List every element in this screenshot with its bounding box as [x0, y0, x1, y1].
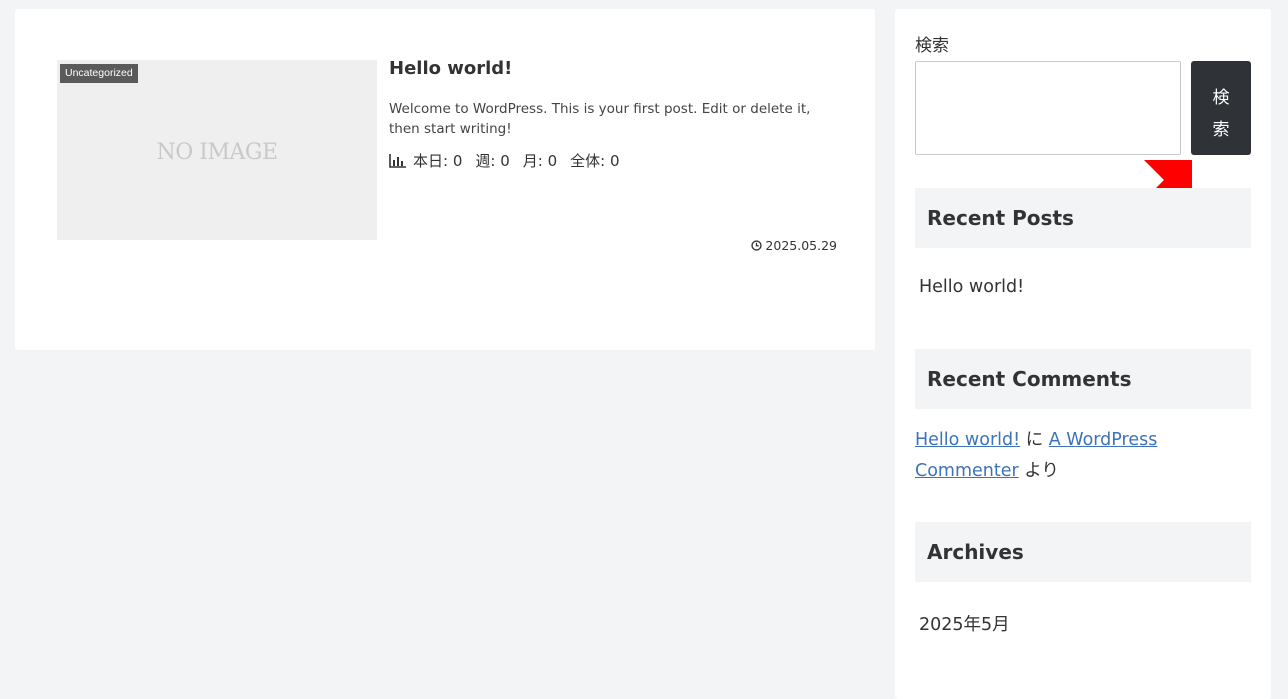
- post-list-card: NO IMAGE Uncategorized Hello world! Welc…: [15, 9, 875, 350]
- search-button-label: 検索: [1212, 88, 1230, 139]
- search-label: 検索: [915, 36, 949, 56]
- post-title[interactable]: Hello world!: [389, 58, 512, 79]
- sidebar: 検索 検索 Recent Posts Hello world! Recent C…: [895, 9, 1271, 699]
- category-badge: Uncategorized: [60, 64, 138, 83]
- clock-icon: [751, 240, 763, 251]
- post-view-stats: 本日: 0 週: 0 月: 0 全体: 0: [389, 150, 633, 171]
- recent-post-link[interactable]: Hello world!: [919, 277, 1024, 297]
- bar-chart-icon: [389, 153, 406, 168]
- post-entry[interactable]: NO IMAGE Uncategorized Hello world! Welc…: [57, 58, 837, 253]
- recent-comments-heading: Recent Comments: [915, 349, 1251, 409]
- search-input[interactable]: [915, 61, 1181, 155]
- stat-week: 週: 0: [475, 152, 510, 170]
- stat-total: 全体: 0: [570, 152, 620, 170]
- comment-ni-text: に: [1020, 430, 1049, 450]
- archives-heading: Archives: [915, 522, 1251, 582]
- search-button[interactable]: 検索: [1191, 61, 1251, 155]
- post-date-text: 2025.05.29: [765, 238, 837, 253]
- archive-link-2025-05[interactable]: 2025年5月: [919, 611, 1010, 636]
- comment-yori-text: より: [1018, 461, 1059, 481]
- recent-posts-heading: Recent Posts: [915, 188, 1251, 248]
- post-date: 2025.05.29: [751, 238, 837, 253]
- stat-month: 月: 0: [522, 152, 558, 170]
- recent-comment-item: Hello world! に A WordPress Commenter より: [915, 425, 1251, 487]
- no-image-placeholder: NO IMAGE: [156, 140, 278, 165]
- comment-post-link[interactable]: Hello world!: [915, 430, 1020, 450]
- post-thumbnail[interactable]: NO IMAGE Uncategorized: [57, 60, 377, 240]
- post-excerpt: Welcome to WordPress. This is your first…: [389, 101, 811, 137]
- stat-today: 本日: 0: [413, 152, 463, 170]
